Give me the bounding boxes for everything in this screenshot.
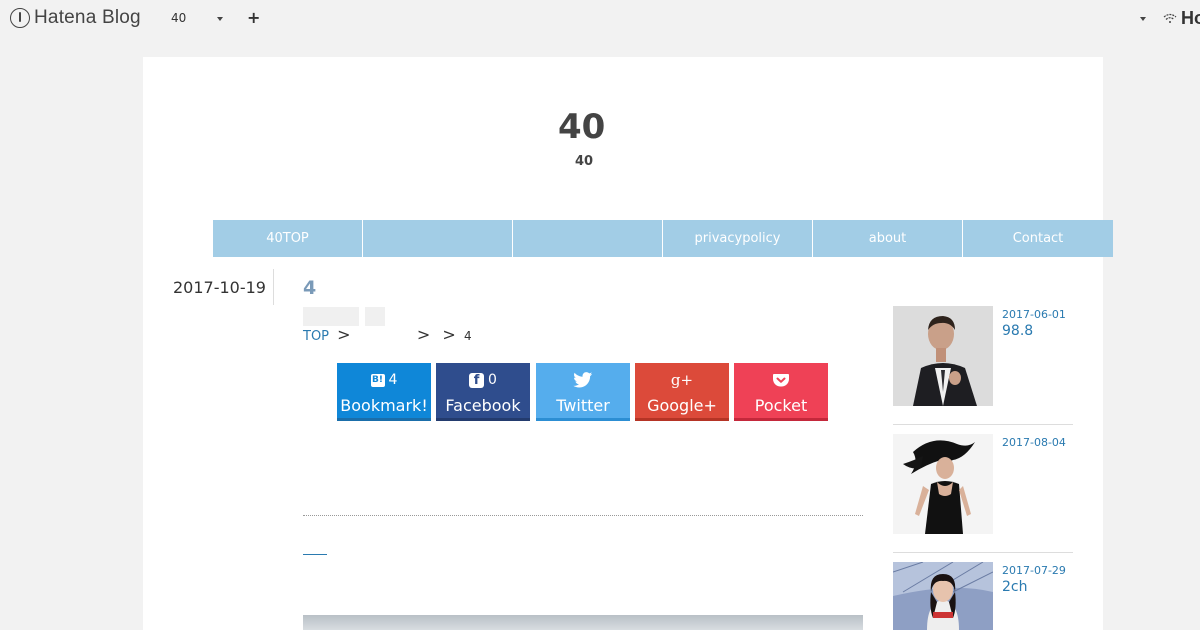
date-divider xyxy=(273,269,274,305)
sidebar-entry[interactable]: 2017-07-29 2ch xyxy=(893,562,1073,630)
sidebar-entry-date: 2017-08-04 xyxy=(1002,436,1066,449)
facebook-icon: f xyxy=(469,372,485,388)
category-tag[interactable] xyxy=(365,307,385,326)
blog-description: 40 xyxy=(575,154,594,169)
hatena-right-logo[interactable]: Ho xyxy=(1181,8,1200,29)
nav-item-about[interactable]: about xyxy=(813,220,963,257)
breadcrumb-current: 4 xyxy=(463,329,472,343)
sidebar-thumbnail[interactable] xyxy=(893,306,993,406)
twitter-share-label: Twitter xyxy=(556,396,610,415)
content-divider xyxy=(303,515,863,516)
hatena-bookmark-icon: B! xyxy=(370,373,385,387)
googleplus-share-label: Google+ xyxy=(647,396,717,415)
breadcrumb-separator: > xyxy=(416,325,431,344)
man-in-suit-thumbnail xyxy=(893,306,993,406)
blog-selector[interactable]: 40 xyxy=(171,11,186,25)
button-shadow xyxy=(436,418,530,421)
chevron-down-icon[interactable] xyxy=(1140,17,1146,21)
girl-portrait-thumbnail xyxy=(893,562,993,630)
sidebar-thumbnail[interactable] xyxy=(893,434,993,534)
nav-item-3[interactable] xyxy=(513,220,663,257)
sidebar-entry[interactable]: 2017-08-04 xyxy=(893,434,1073,544)
facebook-share-button[interactable]: f 0 Facebook xyxy=(436,363,530,421)
breadcrumb: TOP > > > 4 xyxy=(303,325,472,344)
sidebar-entry-title[interactable]: 2ch xyxy=(1002,579,1027,595)
nav-item-2[interactable] xyxy=(363,220,513,257)
twitter-share-button[interactable]: Twitter xyxy=(536,363,630,421)
chevron-down-icon[interactable] xyxy=(217,17,223,21)
wifi-icon xyxy=(1163,13,1177,23)
category-tag[interactable] xyxy=(303,307,359,326)
entry-image xyxy=(303,615,863,630)
nav-item-top[interactable]: 40TOP xyxy=(213,220,363,257)
woman-in-black-dress-thumbnail xyxy=(893,434,993,534)
button-shadow xyxy=(635,418,729,421)
sidebar-entry-date: 2017-06-01 xyxy=(1002,308,1066,321)
sidebar-entry-title[interactable]: 98.8 xyxy=(1002,323,1033,339)
nav-item-contact[interactable]: Contact xyxy=(963,220,1113,257)
pocket-save-button[interactable]: Pocket xyxy=(734,363,828,421)
breadcrumb-separator: > xyxy=(337,325,351,344)
toc-link[interactable] xyxy=(303,554,327,555)
sidebar-entry-date: 2017-07-29 xyxy=(1002,564,1066,577)
new-post-button[interactable]: + xyxy=(247,8,260,27)
breadcrumb-top-link[interactable]: TOP xyxy=(303,329,329,344)
facebook-share-label: Facebook xyxy=(445,396,521,415)
hatena-toolbar: Hatena Blog 40 + Ho xyxy=(0,0,1200,38)
sidebar-divider xyxy=(893,552,1073,553)
googleplus-icon: g+ xyxy=(670,371,694,389)
sidebar-divider xyxy=(893,424,1073,425)
hatena-blog-logo[interactable]: Hatena Blog xyxy=(10,7,141,29)
global-nav: 40TOP privacypolicy about Contact xyxy=(213,220,1113,257)
blog-title[interactable]: 40 xyxy=(558,107,605,147)
button-shadow xyxy=(536,418,630,421)
twitter-bird-icon xyxy=(573,372,593,388)
googleplus-share-button[interactable]: g+ Google+ xyxy=(635,363,729,421)
hatena-bookmark-label: Bookmark! xyxy=(340,396,428,415)
pocket-save-label: Pocket xyxy=(754,396,808,415)
breadcrumb-separator: > xyxy=(442,325,456,344)
hatena-bookmark-button[interactable]: B! 4 Bookmark! xyxy=(337,363,431,421)
hatena-logo-icon xyxy=(10,8,30,28)
hatena-bookmark-count: 4 xyxy=(388,372,398,388)
entry-date[interactable]: 2017-10-19 xyxy=(173,278,266,297)
entry-title[interactable]: 4 xyxy=(303,277,316,299)
sidebar-entry[interactable]: 2017-06-01 98.8 xyxy=(893,306,1073,416)
sidebar-thumbnail[interactable] xyxy=(893,562,993,630)
button-shadow xyxy=(734,418,828,421)
facebook-share-count: 0 xyxy=(488,372,497,388)
hatena-logo-text: Hatena Blog xyxy=(34,7,141,28)
pocket-icon xyxy=(773,374,789,387)
button-shadow xyxy=(337,418,431,421)
nav-item-privacypolicy[interactable]: privacypolicy xyxy=(663,220,813,257)
